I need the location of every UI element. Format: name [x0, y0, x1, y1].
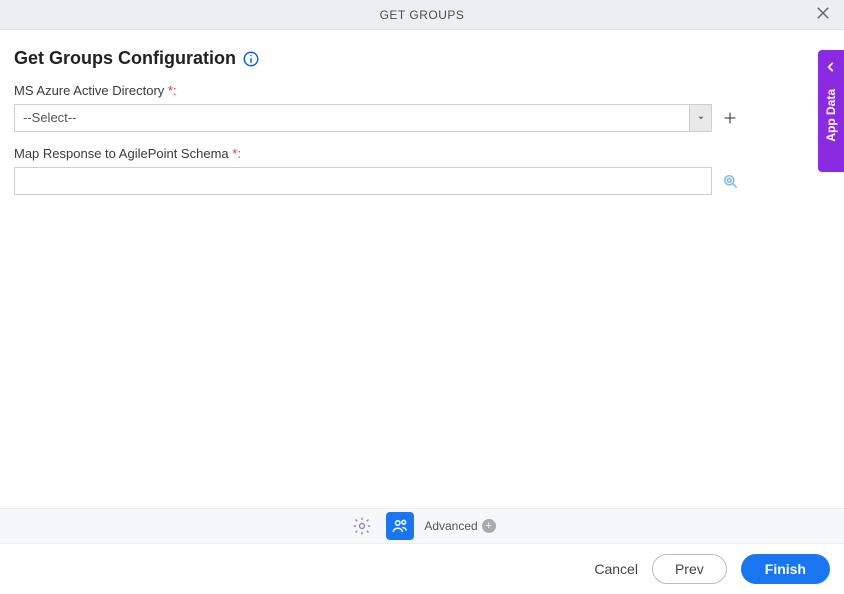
info-icon[interactable] [242, 50, 260, 68]
title-bar-text: GET GROUPS [380, 8, 465, 22]
map-input[interactable] [14, 167, 712, 195]
chevron-down-icon [689, 105, 711, 131]
advanced-toggle[interactable]: Advanced + [424, 519, 495, 533]
close-icon[interactable] [814, 4, 834, 24]
chevron-left-icon [824, 60, 838, 79]
azure-label-text: MS Azure Active Directory [14, 83, 164, 98]
add-source-button[interactable] [720, 108, 740, 128]
required-mark: *: [168, 83, 177, 98]
gear-icon[interactable] [348, 512, 376, 540]
plus-circle-icon: + [482, 519, 496, 533]
azure-field-block: MS Azure Active Directory *: --Select-- [14, 83, 830, 132]
map-field-row [14, 167, 740, 195]
azure-field-row: --Select-- [14, 104, 740, 132]
people-icon[interactable] [386, 512, 414, 540]
azure-select[interactable]: --Select-- [14, 104, 712, 132]
map-label: Map Response to AgilePoint Schema *: [14, 146, 830, 161]
lookup-icon[interactable] [720, 171, 740, 191]
title-bar: GET GROUPS [0, 0, 844, 30]
app-data-tab[interactable]: App Data [818, 50, 844, 172]
cancel-button[interactable]: Cancel [594, 561, 638, 577]
footer: Cancel Prev Finish [0, 544, 844, 594]
content-area: Get Groups Configuration MS Azure Active… [0, 30, 844, 195]
advanced-label: Advanced [424, 519, 477, 533]
page-title: Get Groups Configuration [14, 48, 236, 69]
page-title-row: Get Groups Configuration [14, 48, 830, 69]
azure-label: MS Azure Active Directory *: [14, 83, 830, 98]
prev-button[interactable]: Prev [652, 554, 727, 584]
map-label-text: Map Response to AgilePoint Schema [14, 146, 229, 161]
map-field-block: Map Response to AgilePoint Schema *: [14, 146, 830, 195]
required-mark: *: [232, 146, 241, 161]
bottom-toolbar: Advanced + [0, 508, 844, 544]
finish-button[interactable]: Finish [741, 554, 830, 584]
app-data-label: App Data [824, 89, 838, 142]
azure-select-value: --Select-- [15, 105, 689, 131]
